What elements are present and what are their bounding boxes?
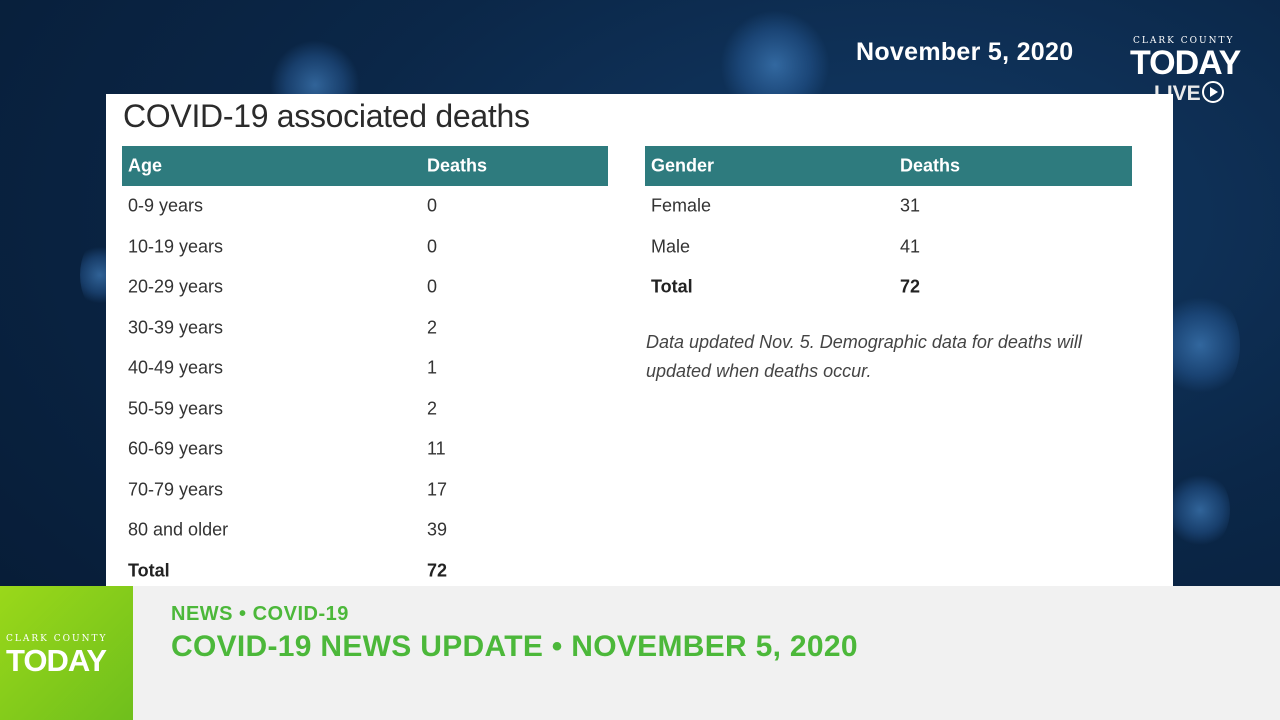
age-cell: 30-39 years xyxy=(128,317,224,338)
data-update-note: Data updated Nov. 5. Demographic data fo… xyxy=(646,332,1082,381)
gender-cell: Male xyxy=(651,236,691,257)
table-row: Male 41 xyxy=(645,227,1132,268)
table-header: Gender Deaths xyxy=(645,146,1132,186)
deaths-cell: 31 xyxy=(900,195,921,216)
deaths-cell: 2 xyxy=(427,398,438,419)
total-value: 72 xyxy=(427,560,448,581)
table-total-row: Total 72 xyxy=(645,267,1132,308)
deaths-cell: 0 xyxy=(427,195,438,216)
column-header-age: Age xyxy=(128,155,163,176)
table-row: 80 and older 39 xyxy=(122,510,608,551)
deaths-cell: 17 xyxy=(427,479,448,500)
age-cell: 40-49 years xyxy=(128,357,224,378)
deaths-cell: 11 xyxy=(427,438,446,459)
age-cell: 60-69 years xyxy=(128,438,224,459)
deaths-cell: 0 xyxy=(427,236,438,257)
clark-county-today-logo: CLARK COUNTY TODAY xyxy=(0,586,133,720)
deaths-cell: 1 xyxy=(427,357,438,378)
total-label: Total xyxy=(651,276,693,297)
total-label: Total xyxy=(128,560,170,581)
table-row: 60-69 years 11 xyxy=(122,429,608,470)
virus-graphic xyxy=(1170,470,1230,550)
age-cell: 50-59 years xyxy=(128,398,224,419)
play-icon xyxy=(1201,81,1224,103)
age-cell: 80 and older xyxy=(128,519,229,540)
column-header-gender: Gender xyxy=(651,155,715,176)
gender-cell: Female xyxy=(651,195,712,216)
column-header-deaths: Deaths xyxy=(900,155,961,176)
logo-wordmark: TODAY xyxy=(6,643,107,678)
deaths-cell: 39 xyxy=(427,519,448,540)
table-row: 70-79 years 17 xyxy=(122,470,608,511)
deaths-cell: 0 xyxy=(427,276,438,297)
table-row: 40-49 years 1 xyxy=(122,348,608,389)
lower-third-banner: CLARK COUNTY TODAY NEWS • COVID-19 COVID… xyxy=(0,586,1280,720)
age-deaths-table: Age Deaths 0-9 years 0 10-19 years 0 20-29… xyxy=(122,146,608,591)
table-row: 50-59 years 2 xyxy=(122,389,608,430)
news-kicker: NEWS • COVID-19 xyxy=(171,603,349,625)
table-row: 20-29 years 0 xyxy=(122,267,608,308)
panel-title: COVID-19 associated deaths xyxy=(123,98,530,134)
news-headline: COVID-19 NEWS UPDATE • NOVEMBER 5, 2020 xyxy=(171,630,858,663)
deaths-cell: 2 xyxy=(427,317,438,338)
table-row: Female 31 xyxy=(645,186,1132,227)
gender-deaths-table: Gender Deaths Female 31 Male 41 Total 72 xyxy=(645,146,1132,308)
column-header-deaths: Deaths xyxy=(427,155,488,176)
table-header: Age Deaths xyxy=(122,146,608,186)
age-cell: 70-79 years xyxy=(128,479,224,500)
age-cell: 0-9 years xyxy=(128,195,204,216)
table-row: 0-9 years 0 xyxy=(122,186,608,227)
age-cell: 10-19 years xyxy=(128,236,224,257)
deaths-panel: COVID-19 associated deaths Age Deaths 0-… xyxy=(106,94,1173,588)
table-row: 30-39 years 2 xyxy=(122,308,608,349)
age-cell: 20-29 years xyxy=(128,276,224,297)
table-row: 10-19 years 0 xyxy=(122,227,608,268)
broadcast-date: November 5, 2020 xyxy=(856,38,1074,66)
total-value: 72 xyxy=(900,276,921,297)
deaths-cell: 41 xyxy=(900,236,921,257)
table-total-row: Total 72 xyxy=(122,551,608,592)
